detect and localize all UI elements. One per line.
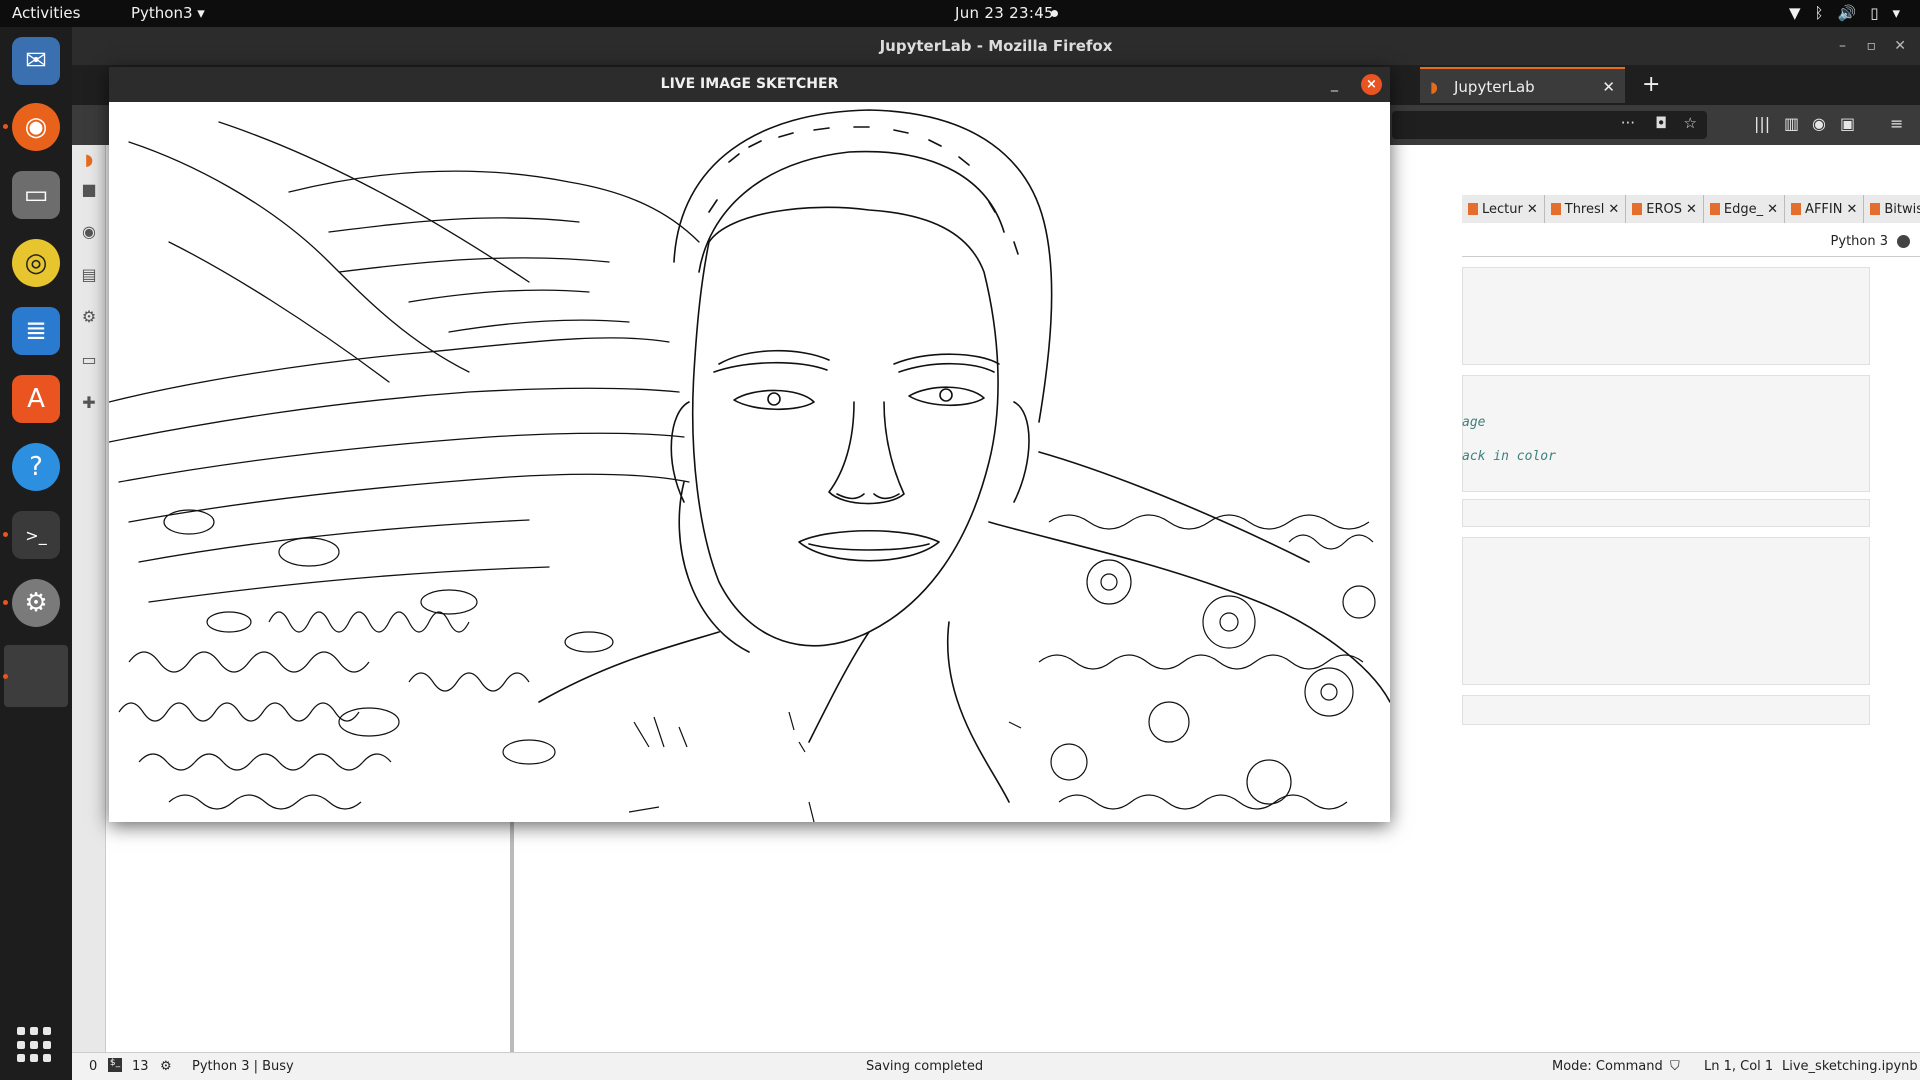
doc-tab[interactable]: Edge_ ✕ bbox=[1703, 195, 1786, 223]
status-count[interactable]: 0 bbox=[89, 1059, 97, 1074]
notebook-icon bbox=[1791, 203, 1802, 215]
kernel-status[interactable]: Python 3 | Busy bbox=[192, 1059, 294, 1074]
bookmark-star-icon[interactable]: ☆ bbox=[1684, 114, 1697, 132]
volume-icon[interactable]: 🔊 bbox=[1838, 4, 1857, 22]
tab-close-icon[interactable]: ✕ bbox=[1602, 69, 1615, 105]
minimize-button[interactable]: _ bbox=[1331, 67, 1338, 102]
notebook-icon bbox=[1550, 203, 1561, 215]
notebook-cell[interactable] bbox=[1462, 375, 1870, 492]
close-icon[interactable]: ✕ bbox=[1686, 202, 1697, 217]
close-icon[interactable]: ✕ bbox=[1608, 202, 1619, 217]
extension-icon[interactable]: ▣ bbox=[1840, 114, 1855, 133]
show-applications-icon[interactable] bbox=[17, 1027, 53, 1063]
software-icon[interactable]: A bbox=[12, 375, 60, 423]
library-icon[interactable]: ||| bbox=[1754, 114, 1770, 133]
doc-tab[interactable]: Thresl ✕ bbox=[1544, 195, 1627, 223]
thunderbird-icon[interactable]: ✉ bbox=[12, 37, 60, 85]
file-name: Live_sketching.ipynb bbox=[1782, 1059, 1918, 1074]
pocket-icon[interactable]: ◘ bbox=[1655, 114, 1667, 132]
doc-tab[interactable]: EROS ✕ bbox=[1626, 195, 1704, 223]
status-count[interactable]: 13 bbox=[132, 1059, 149, 1074]
code-comment: age bbox=[1462, 415, 1486, 430]
mode-indicator[interactable]: Mode: Command bbox=[1552, 1059, 1663, 1074]
help-icon[interactable]: ? bbox=[12, 443, 60, 491]
app-menu[interactable]: Python3 ▾ bbox=[131, 4, 205, 22]
cursor-position[interactable]: Ln 1, Col 1 bbox=[1704, 1059, 1773, 1074]
sidebar-icon[interactable]: ▥ bbox=[1784, 114, 1799, 133]
running-kernels-icon[interactable]: ◉ bbox=[79, 222, 99, 242]
notification-dot bbox=[1051, 10, 1058, 17]
notebook-icon bbox=[1632, 203, 1643, 215]
extension-manager-icon[interactable]: ✚ bbox=[79, 393, 99, 413]
jupyter-favicon-icon: ◗ bbox=[1430, 78, 1438, 96]
code-comment: ack in color bbox=[1462, 449, 1556, 464]
tab-jupyterlab[interactable]: ◗ JupyterLab ✕ bbox=[1420, 67, 1625, 103]
account-icon[interactable]: ◉ bbox=[1812, 114, 1826, 133]
notebook-toolbar: Python 3 bbox=[1462, 225, 1920, 257]
notebook-icon bbox=[1870, 203, 1881, 215]
dock: ✉ ◉ ▭ ◎ ≣ A ? >_ ⚙ bbox=[0, 27, 72, 1080]
battery-icon[interactable]: ▯ bbox=[1870, 4, 1878, 22]
doc-tab[interactable]: Lectur ✕ bbox=[1462, 195, 1545, 223]
jupyter-status-bar: 0 $_ 13 ⚙ Python 3 | Busy Saving complet… bbox=[72, 1052, 1920, 1080]
sketcher-titlebar: LIVE IMAGE SKETCHER _ × bbox=[109, 67, 1390, 102]
minimize-icon[interactable]: – bbox=[1839, 27, 1846, 65]
sketcher-title: LIVE IMAGE SKETCHER bbox=[660, 76, 839, 92]
save-status: Saving completed bbox=[866, 1059, 984, 1074]
close-icon[interactable]: ✕ bbox=[1767, 202, 1778, 217]
document-tabs: Lectur ✕ Thresl ✕ EROS ✕ Edge_ ✕ AFFIN ✕ Bitw… bbox=[1462, 195, 1920, 223]
blank-window-icon[interactable] bbox=[4, 645, 68, 707]
property-inspector-icon[interactable]: ⚙ bbox=[79, 307, 99, 327]
edge-sketch-drawing bbox=[109, 109, 1390, 822]
sketch-output-image bbox=[109, 102, 1390, 822]
sketcher-window: LIVE IMAGE SKETCHER _ × bbox=[109, 67, 1390, 822]
close-button[interactable]: × bbox=[1361, 74, 1382, 95]
jupyter-left-sidebar: ◗ ■ ◉ ▤ ⚙ ▭ ✚ bbox=[72, 145, 106, 1070]
doc-tab[interactable]: AFFIN ✕ bbox=[1785, 195, 1865, 223]
notebook-cell[interactable] bbox=[1462, 499, 1870, 527]
running-indicator bbox=[3, 532, 8, 537]
page-actions-icon[interactable]: ··· bbox=[1621, 114, 1635, 132]
firefox-titlebar: JupyterLab - Mozilla Firefox – ▫ ✕ bbox=[72, 27, 1920, 65]
writer-icon[interactable]: ≣ bbox=[12, 307, 60, 355]
tabs-icon[interactable]: ▭ bbox=[79, 350, 99, 370]
close-icon[interactable]: ✕ bbox=[1894, 27, 1906, 65]
running-indicator bbox=[3, 600, 8, 605]
running-indicator bbox=[3, 124, 8, 129]
rhythmbox-icon[interactable]: ◎ bbox=[12, 239, 60, 287]
doc-tab[interactable]: Bitwis✕ bbox=[1864, 195, 1920, 223]
window-title: JupyterLab - Mozilla Firefox bbox=[879, 37, 1113, 55]
close-icon[interactable]: ✕ bbox=[1527, 202, 1538, 217]
notebook-icon bbox=[1468, 203, 1478, 215]
close-icon[interactable]: ✕ bbox=[1846, 202, 1857, 217]
kernel-name[interactable]: Python 3 bbox=[1831, 234, 1888, 249]
terminal-icon[interactable]: >_ bbox=[12, 511, 60, 559]
terminal-icon: $_ bbox=[108, 1058, 122, 1072]
url-bar[interactable]: ··· ◘ ☆ bbox=[1392, 111, 1707, 139]
shield-icon[interactable]: ⛉ bbox=[1670, 1059, 1680, 1074]
system-tray[interactable]: ▼ ᛒ 🔊 ▯ ▾ bbox=[1789, 4, 1900, 22]
notebook-cell[interactable] bbox=[1462, 537, 1870, 685]
notebook-cell[interactable] bbox=[1462, 267, 1870, 365]
gear-icon[interactable]: ⚙ bbox=[160, 1059, 172, 1074]
file-browser-icon[interactable]: ■ bbox=[79, 180, 99, 200]
firefox-icon[interactable]: ◉ bbox=[12, 103, 60, 151]
bluetooth-icon[interactable]: ᛒ bbox=[1815, 4, 1824, 22]
clock[interactable]: Jun 23 23:45 bbox=[955, 4, 1054, 22]
notebook-cell[interactable] bbox=[1462, 695, 1870, 725]
menu-icon[interactable]: ≡ bbox=[1890, 114, 1903, 133]
commands-icon[interactable]: ▤ bbox=[79, 265, 99, 285]
files-icon[interactable]: ▭ bbox=[12, 171, 60, 219]
maximize-icon[interactable]: ▫ bbox=[1867, 27, 1877, 65]
kernel-busy-indicator bbox=[1897, 235, 1910, 248]
settings-icon[interactable]: ⚙ bbox=[12, 579, 60, 627]
activities-button[interactable]: Activities bbox=[12, 4, 80, 22]
wifi-icon[interactable]: ▼ bbox=[1789, 4, 1801, 22]
new-tab-button[interactable]: + bbox=[1642, 67, 1660, 103]
running-indicator bbox=[3, 674, 8, 679]
notebook-icon bbox=[1709, 203, 1720, 215]
power-menu-icon[interactable]: ▾ bbox=[1892, 4, 1900, 22]
system-top-bar: Activities Python3 ▾ Jun 23 23:45 ▼ ᛒ 🔊 … bbox=[0, 0, 1920, 27]
jupyter-logo-icon: ◗ bbox=[84, 150, 94, 169]
